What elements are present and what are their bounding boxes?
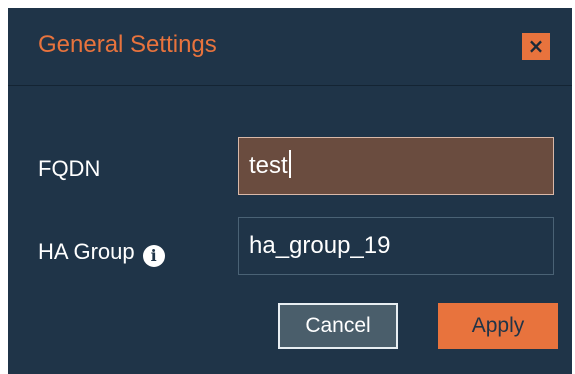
ha-group-input[interactable]: ha_group_19 (238, 217, 554, 275)
general-settings-dialog: General Settings × FQDN test HA Group i h… (8, 8, 572, 374)
apply-button[interactable]: Apply (438, 303, 558, 349)
dialog-header: General Settings × (8, 8, 572, 85)
fqdn-label: FQDN (38, 156, 101, 181)
fqdn-input-value: test (249, 152, 288, 179)
text-caret (288, 150, 291, 178)
dialog-title: General Settings (38, 31, 217, 58)
ha-group-label-container: HA Group i (38, 239, 165, 267)
close-button[interactable]: × (522, 33, 550, 60)
ha-group-input-value: ha_group_19 (249, 232, 391, 259)
fqdn-input[interactable]: test (238, 137, 554, 195)
ha-group-label: HA Group (38, 239, 135, 264)
cancel-button[interactable]: Cancel (278, 303, 398, 349)
header-divider (8, 85, 572, 86)
info-icon[interactable]: i (142, 245, 165, 267)
